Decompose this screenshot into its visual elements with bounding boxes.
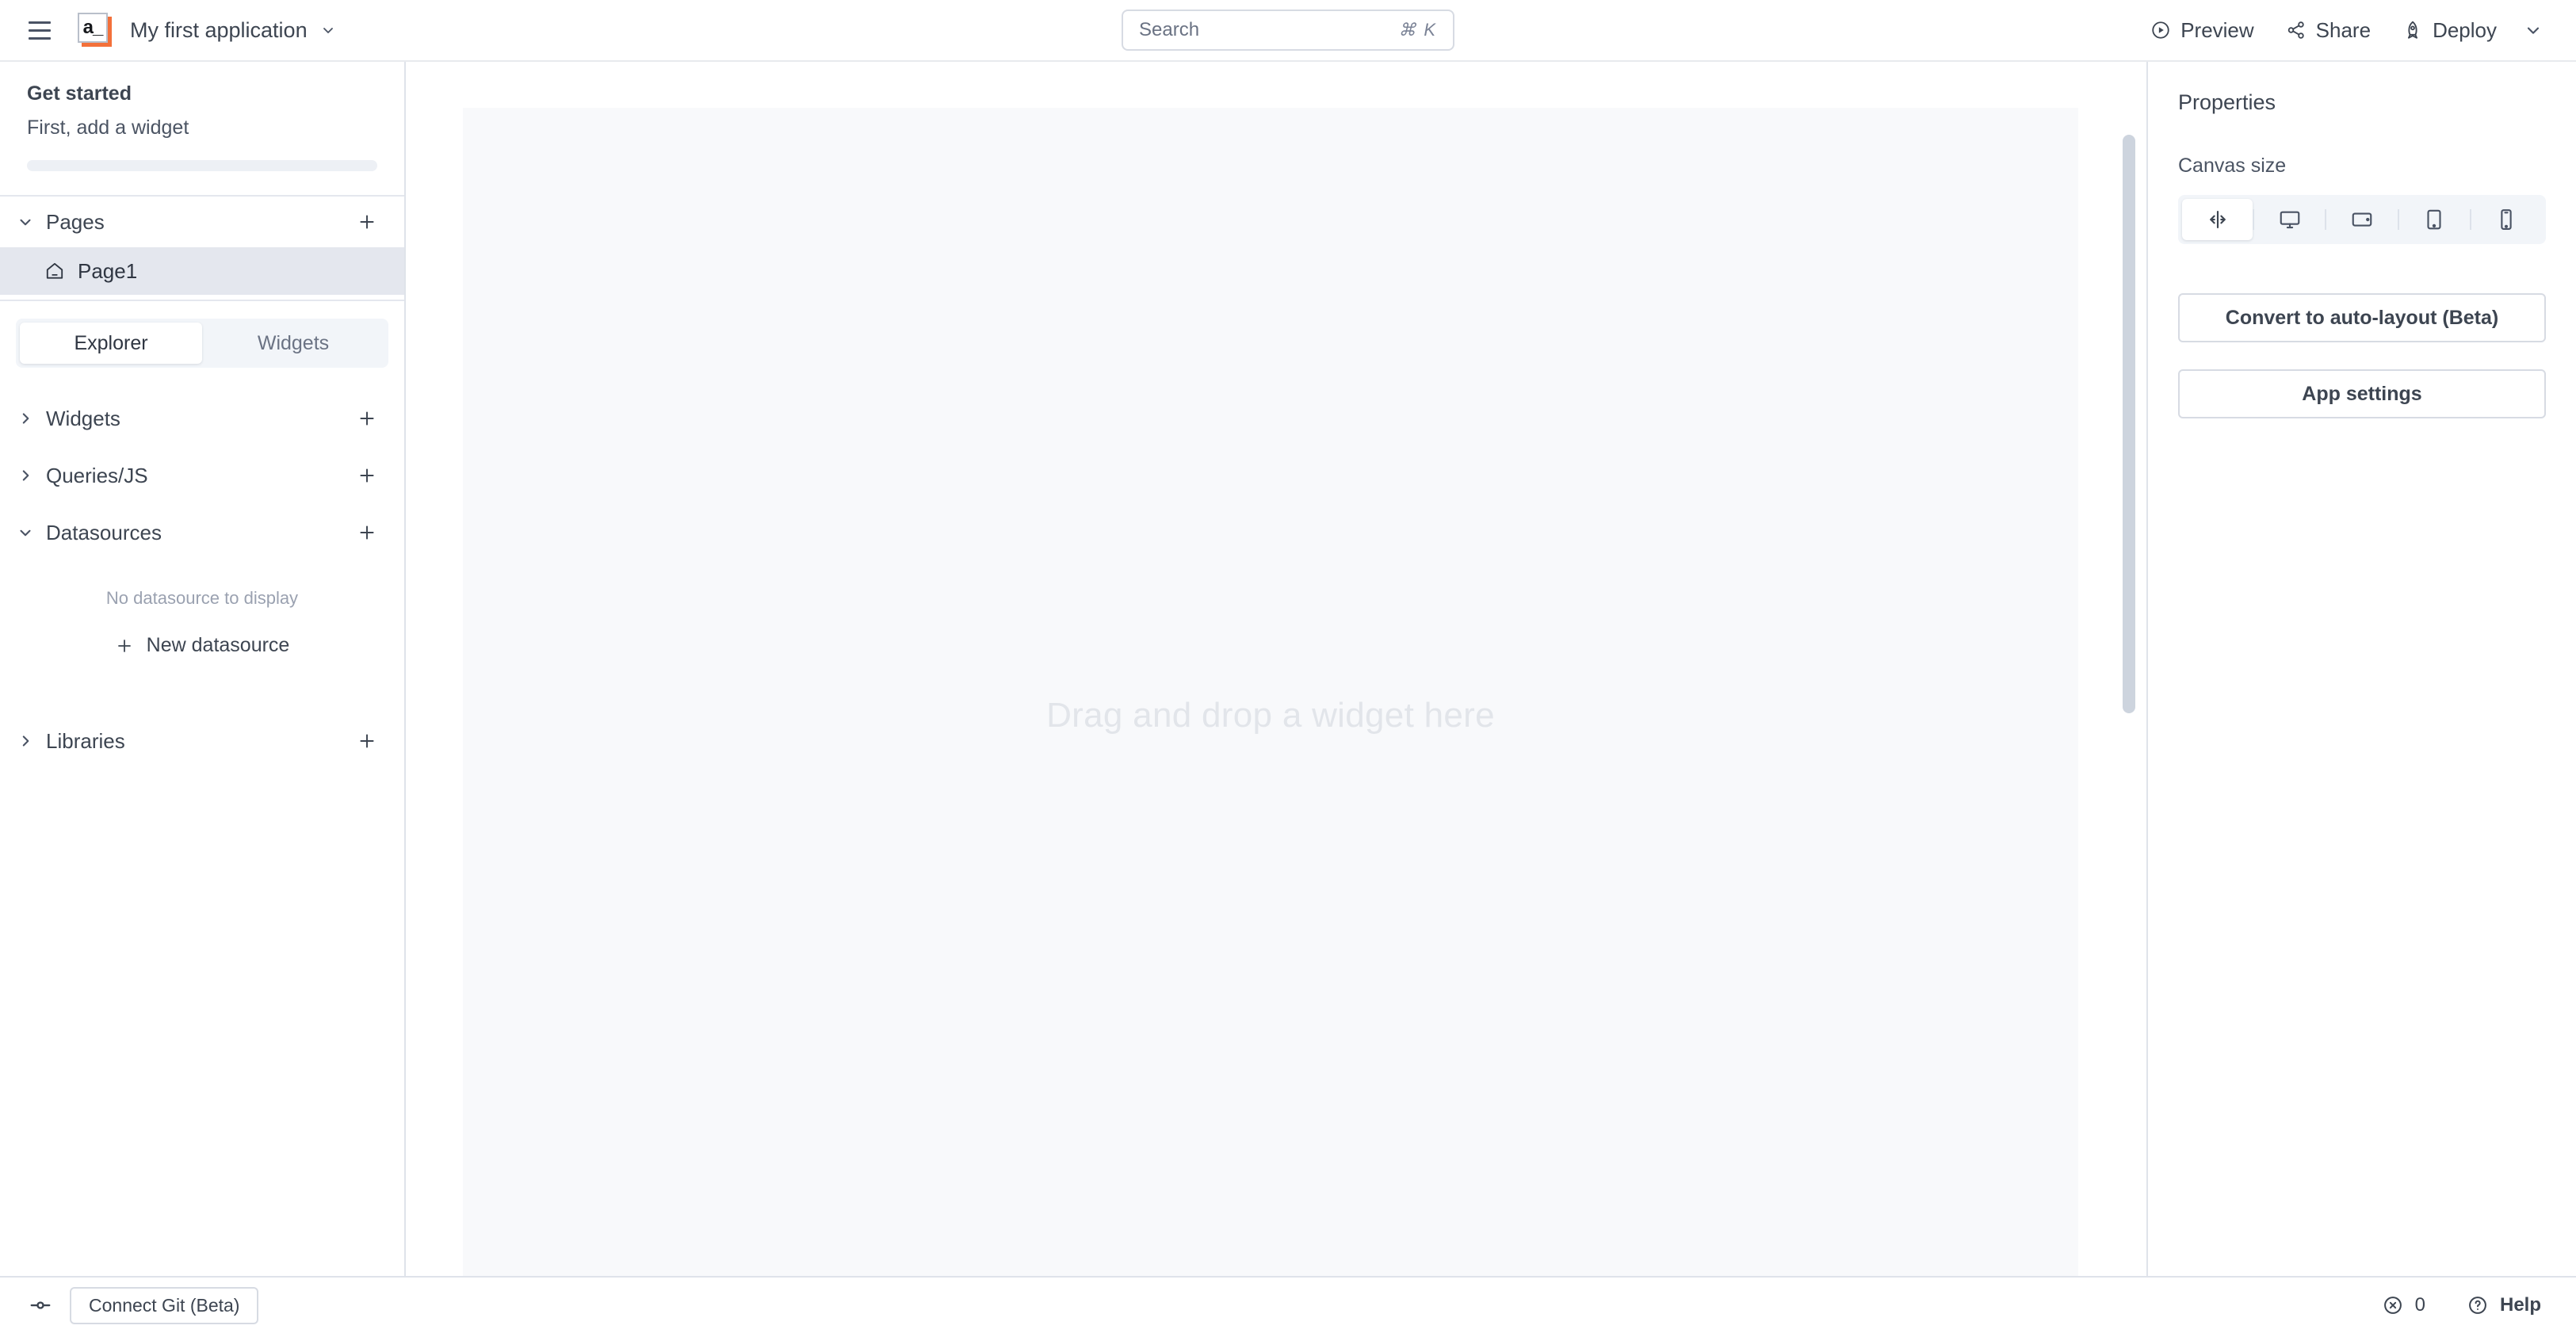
chevron-right-icon[interactable] [14, 410, 36, 427]
top-bar: a_ My first application Search ⌘ K Previ… [0, 0, 2576, 62]
explorer-tree: Widgets Queries/JS Datasources No dataso… [0, 379, 404, 1276]
add-datasource-plus-icon[interactable] [354, 519, 380, 546]
canvas-size-tablet-landscape[interactable] [2326, 199, 2397, 240]
add-library-plus-icon[interactable] [354, 728, 380, 754]
share-nodes-icon [2286, 20, 2307, 40]
connect-git-button[interactable]: Connect Git (Beta) [70, 1286, 259, 1324]
get-started-subtitle: First, add a widget [27, 116, 189, 139]
explorer-libraries-label: Libraries [46, 728, 125, 753]
share-label: Share [2315, 17, 2372, 42]
chevron-down-icon[interactable] [14, 213, 36, 231]
get-started-panel: Get started First, add a widget [0, 62, 404, 197]
canvas-vertical-scrollbar[interactable] [2123, 135, 2135, 713]
search-shortcut: ⌘ K [1398, 20, 1437, 40]
search-placeholder: Search [1139, 19, 1200, 40]
widget-canvas[interactable]: Drag and drop a widget here [463, 108, 2078, 1276]
rocket-icon [2402, 20, 2423, 40]
add-widget-plus-icon[interactable] [354, 405, 380, 432]
properties-title: Properties [2178, 90, 2276, 114]
tablet-landscape-icon [2350, 208, 2374, 231]
home-icon [44, 261, 65, 281]
app-settings-button[interactable]: App settings [2178, 369, 2546, 418]
onboarding-progress-bar [27, 160, 377, 171]
tab-explorer[interactable]: Explorer [20, 323, 202, 364]
deploy-label: Deploy [2433, 17, 2497, 42]
desktop-icon [2278, 208, 2302, 231]
explorer-section-queries-js[interactable]: Queries/JS [0, 447, 404, 504]
hamburger-icon[interactable] [19, 10, 60, 51]
preview-button[interactable]: Preview [2135, 10, 2269, 51]
tablet-portrait-icon [2422, 208, 2446, 231]
deploy-options-chevron-down-icon[interactable] [2513, 13, 2549, 48]
left-sidebar: Get started First, add a widget Pages Pa… [0, 62, 406, 1276]
add-query-plus-icon[interactable] [354, 462, 380, 489]
get-started-title: Get started [27, 82, 132, 105]
canvas-area[interactable]: Drag and drop a widget here [406, 62, 2148, 1276]
add-page-plus-icon[interactable] [354, 208, 380, 235]
status-bar: Connect Git (Beta) 0 Help [0, 1276, 2576, 1333]
appsmith-editor: a_ My first application Search ⌘ K Previ… [0, 0, 2576, 1333]
status-bar-left: Connect Git (Beta) [0, 1286, 259, 1324]
canvas-size-selector [2178, 195, 2546, 244]
top-bar-center: Search ⌘ K [1122, 10, 1454, 51]
help-label: Help [2499, 1294, 2541, 1316]
editor-body: Get started First, add a widget Pages Pa… [0, 62, 2576, 1276]
properties-panel: Properties Canvas size Convert to auto-l… [2148, 62, 2576, 1276]
canvas-size-mobile[interactable] [2471, 199, 2542, 240]
canvas-size-label: Canvas size [2178, 155, 2287, 177]
chevron-right-icon[interactable] [14, 467, 36, 484]
new-datasource-button[interactable]: New datasource [0, 623, 404, 674]
tab-widgets[interactable]: Widgets [202, 323, 384, 364]
error-circle-icon [2382, 1294, 2404, 1316]
chevron-right-icon[interactable] [14, 732, 36, 750]
tab-explorer-label: Explorer [74, 331, 148, 354]
tab-widgets-label: Widgets [257, 331, 330, 354]
help-button[interactable]: Help [2467, 1294, 2541, 1316]
preview-label: Preview [2180, 17, 2254, 42]
play-circle-icon [2150, 20, 2171, 40]
explorer-widgets-tabs: Explorer Widgets [16, 319, 388, 368]
git-commit-icon[interactable] [29, 1293, 52, 1317]
canvas-empty-hint: Drag and drop a widget here [1046, 696, 1495, 735]
pages-section: Pages Page1 [0, 197, 404, 301]
error-count-value: 0 [2414, 1294, 2425, 1316]
app-logo[interactable]: a_ [78, 13, 113, 48]
sidebar-item-page1[interactable]: Page1 [0, 247, 404, 295]
plus-icon [115, 636, 134, 655]
question-circle-icon [2467, 1294, 2489, 1316]
logo-mark: a_ [78, 13, 108, 43]
share-button[interactable]: Share [2270, 10, 2387, 51]
explorer-widgets-label: Widgets [46, 406, 120, 430]
convert-auto-layout-button[interactable]: Convert to auto-layout (Beta) [2178, 293, 2546, 342]
resize-horizontal-icon [2206, 208, 2230, 231]
canvas-size-tablet-portrait[interactable] [2399, 199, 2470, 240]
explorer-section-libraries[interactable]: Libraries [0, 712, 404, 770]
top-bar-right: Preview Share Deploy [2135, 10, 2576, 51]
deploy-button[interactable]: Deploy [2387, 10, 2513, 51]
new-datasource-label: New datasource [146, 634, 290, 656]
status-bar-right: 0 Help [2382, 1294, 2576, 1316]
pages-section-header[interactable]: Pages [0, 197, 404, 247]
chevron-down-icon[interactable] [14, 524, 36, 541]
explorer-section-widgets[interactable]: Widgets [0, 390, 404, 447]
mobile-icon [2494, 208, 2518, 231]
app-title[interactable]: My first application [130, 18, 308, 43]
canvas-size-desktop[interactable] [2254, 199, 2325, 240]
chevron-down-icon[interactable] [320, 22, 336, 38]
explorer-section-datasources[interactable]: Datasources [0, 504, 404, 561]
page-label: Page1 [78, 258, 138, 283]
error-count[interactable]: 0 [2382, 1294, 2425, 1316]
explorer-queries-label: Queries/JS [46, 463, 148, 487]
top-bar-left: a_ My first application [0, 10, 336, 51]
explorer-datasources-label: Datasources [46, 520, 162, 544]
pages-label: Pages [46, 209, 105, 234]
datasource-empty-text: No datasource to display [105, 588, 299, 608]
search-input[interactable]: Search ⌘ K [1122, 10, 1454, 51]
canvas-size-fluid[interactable] [2182, 199, 2253, 240]
